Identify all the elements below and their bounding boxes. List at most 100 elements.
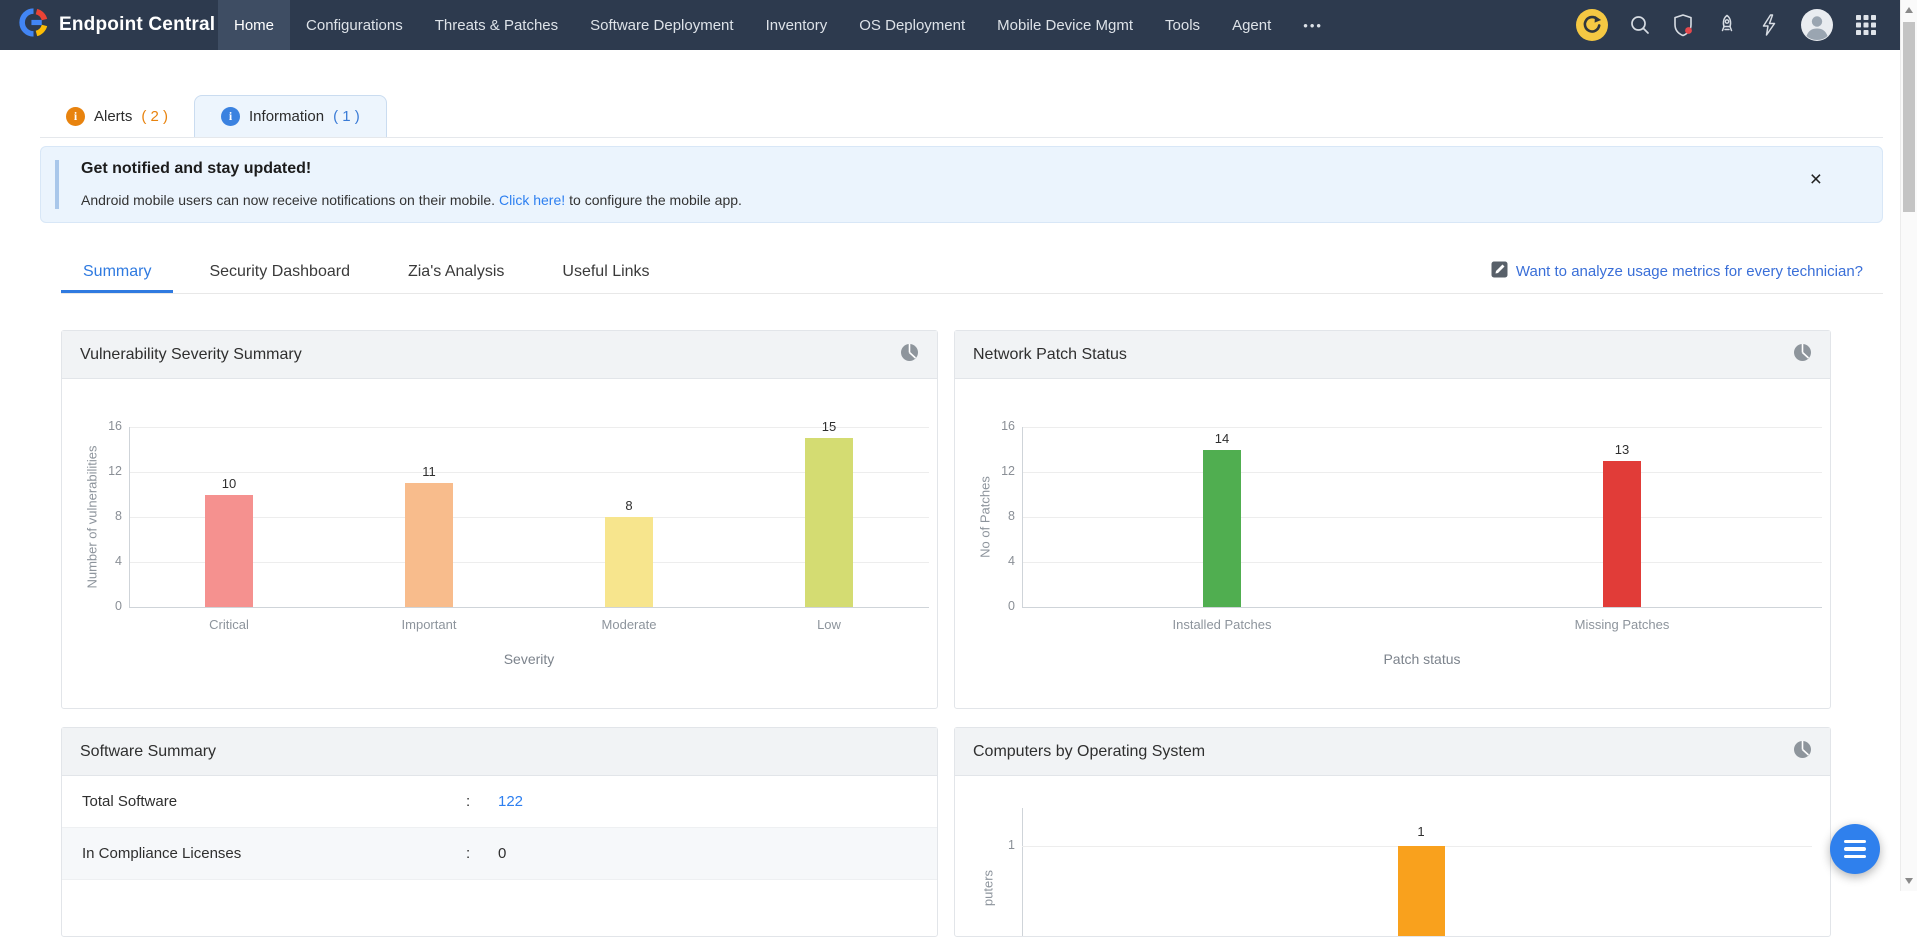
card-header: Network Patch Status xyxy=(955,331,1830,379)
vulnerability-severity-chart: Number of vulnerabilities048121610Critic… xyxy=(62,379,937,710)
banner-message: Android mobile users can now receive not… xyxy=(81,192,742,208)
y-axis-line xyxy=(129,427,130,607)
bar-value: 8 xyxy=(599,498,659,513)
banner-message-after: to configure the mobile app. xyxy=(569,192,742,208)
tab-security-dashboard[interactable]: Security Dashboard xyxy=(187,250,372,293)
tab-information[interactable]: i Information ( 1 ) xyxy=(194,95,387,137)
alert-tabs: i Alerts ( 2 ) i Information ( 1 ) xyxy=(40,95,1883,138)
tab-alerts[interactable]: i Alerts ( 2 ) xyxy=(40,95,194,137)
gridline xyxy=(1022,517,1822,518)
banner-title: Get notified and stay updated! xyxy=(81,160,311,178)
y-tick: 4 xyxy=(973,554,1015,568)
bar-value: 13 xyxy=(1592,442,1652,457)
tab-summary[interactable]: Summary xyxy=(61,250,173,293)
bar-moderate[interactable] xyxy=(605,517,653,607)
bar-important[interactable] xyxy=(405,483,453,607)
card-title: Software Summary xyxy=(80,743,216,761)
card-header: Software Summary xyxy=(62,728,937,776)
pie-chart-toggle-icon[interactable] xyxy=(1793,343,1812,367)
category-label: Important xyxy=(359,617,499,632)
tab-alerts-count: ( 2 ) xyxy=(141,108,168,125)
category-label: Missing Patches xyxy=(1552,617,1692,632)
nav-item-mobile-device-mgmt[interactable]: Mobile Device Mgmt xyxy=(981,0,1149,50)
y-tick: 16 xyxy=(80,419,122,433)
scrollbar-down-arrow-icon[interactable] xyxy=(1905,878,1913,884)
table-row: In Compliance Licenses:0 xyxy=(62,828,937,880)
brand[interactable]: Endpoint Central xyxy=(0,7,218,43)
bar-installed-patches[interactable] xyxy=(1203,450,1241,608)
endpoint-central-logo-icon xyxy=(18,7,49,43)
gridline xyxy=(1022,472,1822,473)
whats-new-rocket-icon[interactable] xyxy=(1716,13,1738,37)
row-value[interactable]: 122 xyxy=(498,776,523,828)
y-tick: 8 xyxy=(80,509,122,523)
table-row: Total Software:122 xyxy=(62,776,937,828)
y-tick: 4 xyxy=(80,554,122,568)
pie-chart-toggle-icon[interactable] xyxy=(1793,740,1812,764)
y-tick: 12 xyxy=(80,464,122,478)
bar-missing-patches[interactable] xyxy=(1603,461,1641,607)
alert-info-icon: i xyxy=(66,107,85,126)
bar-low[interactable] xyxy=(805,438,853,607)
x-axis-label: Patch status xyxy=(1022,651,1822,667)
quick-actions-lightning-icon[interactable] xyxy=(1759,13,1779,37)
search-icon[interactable] xyxy=(1629,14,1651,36)
card-software-summary: Software Summary Total Software:122In Co… xyxy=(61,727,938,937)
gridline xyxy=(1022,562,1822,563)
notification-banner: Get notified and stay updated! Android m… xyxy=(40,146,1883,223)
network-patch-status-chart: No of Patches048121614Installed Patches1… xyxy=(955,379,1830,710)
pie-chart-toggle-icon[interactable] xyxy=(900,343,919,367)
nav-item-more[interactable]: ••• xyxy=(1287,0,1339,50)
scrollbar-thumb[interactable] xyxy=(1903,22,1915,212)
category-label: Moderate xyxy=(559,617,699,632)
card-vulnerability-severity-summary: Vulnerability Severity Summary Number of… xyxy=(61,330,938,709)
nav-menu: HomeConfigurationsThreats & PatchesSoftw… xyxy=(218,0,1339,50)
x-axis-line xyxy=(129,607,929,608)
row-label: In Compliance Licenses xyxy=(82,828,241,880)
y-tick: 12 xyxy=(973,464,1015,478)
refresh-icon[interactable] xyxy=(1576,9,1608,41)
banner-accent-bar xyxy=(55,160,59,209)
top-nav: Endpoint Central HomeConfigurationsThrea… xyxy=(0,0,1917,50)
category-label: Installed Patches xyxy=(1152,617,1292,632)
tab-alerts-label: Alerts xyxy=(94,108,132,125)
apps-grid-icon[interactable] xyxy=(1855,14,1877,36)
gridline xyxy=(1022,427,1822,428)
tab-useful-links[interactable]: Useful Links xyxy=(540,250,671,293)
nav-item-software-deployment[interactable]: Software Deployment xyxy=(574,0,749,50)
y-axis-line xyxy=(1022,427,1023,607)
bar-value: 14 xyxy=(1192,431,1252,446)
nav-item-threats-patches[interactable]: Threats & Patches xyxy=(419,0,574,50)
usage-metrics-link[interactable]: Want to analyze usage metrics for every … xyxy=(1491,250,1863,293)
nav-item-os-deployment[interactable]: OS Deployment xyxy=(843,0,981,50)
bar-critical[interactable] xyxy=(205,495,253,608)
tab-zia-s-analysis[interactable]: Zia's Analysis xyxy=(386,250,526,293)
x-axis-line xyxy=(1022,607,1822,608)
y-axis-label-partial: puters xyxy=(981,870,996,906)
card-header: Computers by Operating System xyxy=(955,728,1830,776)
nav-item-inventory[interactable]: Inventory xyxy=(750,0,844,50)
banner-close-icon[interactable]: × xyxy=(1810,169,1822,190)
click-here-link[interactable]: Click here! xyxy=(499,192,565,208)
banner-message-before: Android mobile users can now receive not… xyxy=(81,192,495,208)
user-avatar[interactable] xyxy=(1800,8,1834,42)
y-tick: 0 xyxy=(973,599,1015,613)
nav-right-icons xyxy=(1576,8,1917,42)
bar-value: 11 xyxy=(399,464,459,479)
quick-menu-floating-button[interactable] xyxy=(1830,824,1880,874)
card-title: Computers by Operating System xyxy=(973,743,1205,761)
nav-item-home[interactable]: Home xyxy=(218,0,290,50)
y-tick: 16 xyxy=(973,419,1015,433)
nav-item-configurations[interactable]: Configurations xyxy=(290,0,419,50)
shield-notification-icon[interactable] xyxy=(1672,13,1695,37)
bar-os[interactable] xyxy=(1398,846,1445,936)
category-label: Critical xyxy=(159,617,299,632)
y-tick: 8 xyxy=(973,509,1015,523)
scrollbar-up-arrow-icon[interactable] xyxy=(1905,7,1913,13)
y-tick: 1 xyxy=(973,838,1015,852)
card-network-patch-status: Network Patch Status No of Patches048121… xyxy=(954,330,1831,709)
computers-by-os-chart: puters 1 1 xyxy=(955,776,1830,936)
usage-metrics-link-label: Want to analyze usage metrics for every … xyxy=(1516,263,1863,280)
nav-item-tools[interactable]: Tools xyxy=(1149,0,1216,50)
nav-item-agent[interactable]: Agent xyxy=(1216,0,1287,50)
